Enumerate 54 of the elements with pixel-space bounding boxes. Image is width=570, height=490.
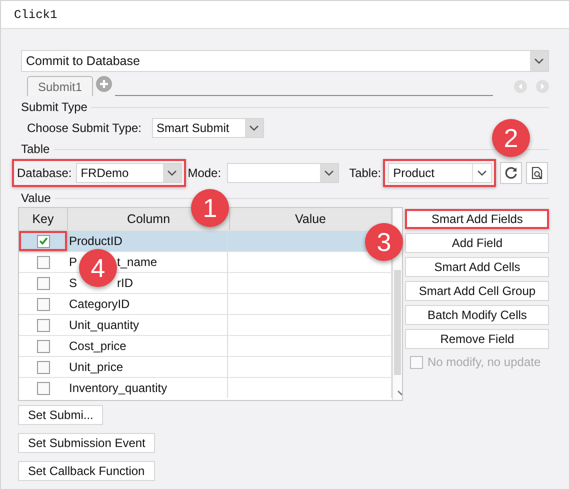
action-dropdown[interactable]: Commit to Database [21,50,549,72]
cell-text: S [69,276,78,290]
key-checkbox[interactable] [36,318,50,332]
field-label: Choose Submit Type: [27,121,142,135]
section-heading: Value [21,191,51,205]
settings-button[interactable]: Set Callback Function [18,461,155,481]
chevron-down-icon [534,58,544,64]
field-label: Mode: [188,166,222,180]
action-button[interactable]: Batch Modify Cells [405,305,549,325]
step-badge: 1 [191,189,229,227]
step-badge: 2 [492,119,530,157]
window-title: Click1 [14,8,58,22]
action-button[interactable]: Remove Field [405,329,549,349]
document-search-icon [530,166,544,180]
chevron-down-icon [166,170,177,176]
mode-dropdown[interactable] [227,163,340,183]
scrollbar-thumb[interactable] [394,270,402,375]
submit-type-dropdown[interactable]: Smart Submit [152,118,264,138]
checkbox-label: No modify, no update [427,355,541,369]
settings-button[interactable]: Set Submission Event [18,433,156,453]
chevron-down-icon [324,170,334,176]
tab[interactable]: Submit1 [27,76,94,96]
field-label: Database: [17,166,72,180]
field-label: Table: [349,166,382,180]
key-checkbox[interactable] [36,276,50,290]
key-checkbox[interactable] [36,298,50,310]
cell-text: P [69,255,78,269]
action-button[interactable]: Smart Add Fields [405,209,549,229]
database-dropdown[interactable]: FRDemo [76,163,182,183]
action-button[interactable]: Add Field [405,233,549,253]
section-heading: Submit Type [21,100,88,114]
cell-text: rID [117,276,134,290]
section-heading: Table [21,142,50,156]
preview-button[interactable] [526,162,548,184]
chevron-down-icon [477,170,488,176]
refresh-icon [504,166,518,180]
table-cell: Cost_price [67,336,228,356]
action-button[interactable]: Smart Add Cells [405,257,549,277]
table-cell: Inventory_quantity [67,378,228,398]
table-cell: Unit_quantity [67,315,228,335]
settings-button[interactable]: Set Submi... [18,405,104,425]
key-checkbox[interactable] [36,382,50,394]
table-cell: Unit_price [67,357,228,377]
key-checkbox[interactable] [36,256,50,268]
table-dropdown[interactable]: Product [388,163,492,183]
chevron-down-icon [248,125,259,131]
key-checkbox[interactable] [36,340,50,352]
table-cell: CategoryID [67,294,228,314]
action-button[interactable]: Smart Add Cell Group [405,281,549,301]
key-checkbox[interactable] [36,360,50,374]
add-icon[interactable] [96,76,112,92]
key-checkbox[interactable] [36,234,50,248]
cell-text: t_name [117,255,158,269]
refresh-button[interactable] [500,162,522,184]
